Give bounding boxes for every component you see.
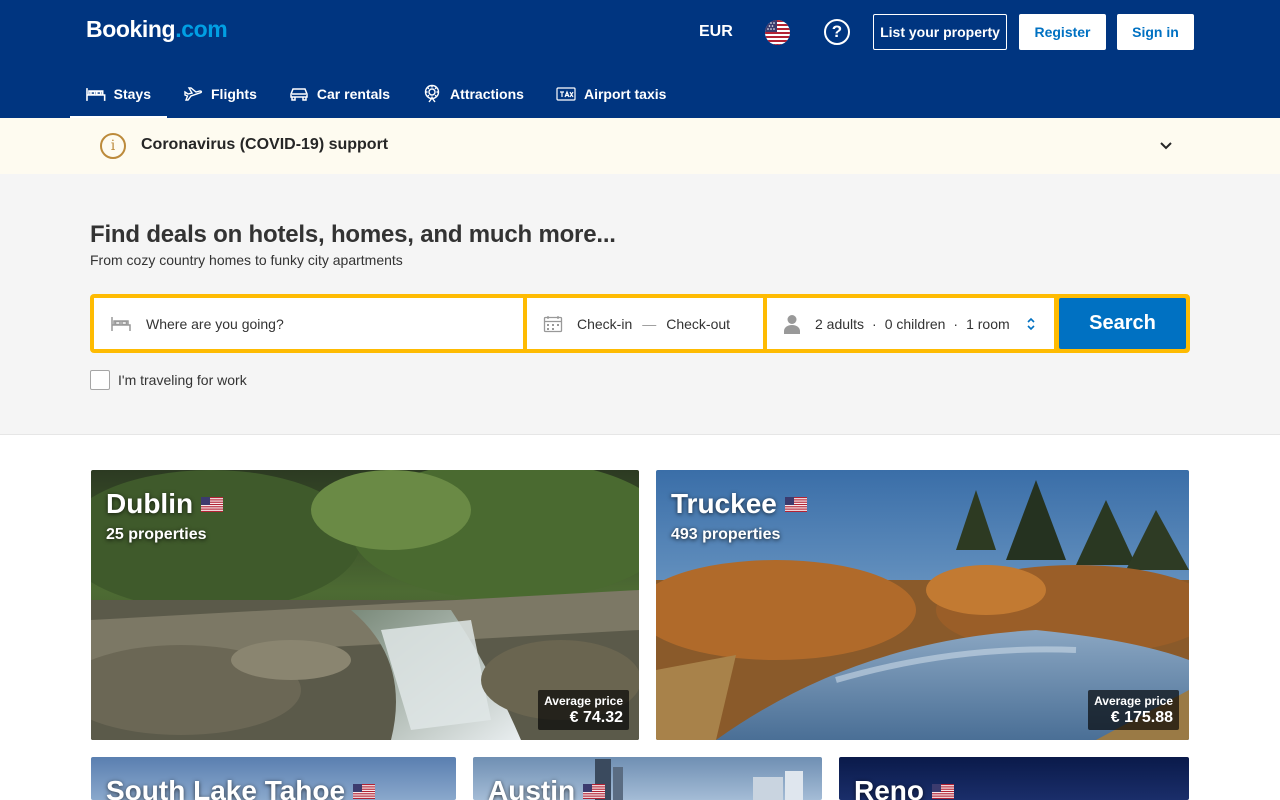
nav-item-flights[interactable]: Flights bbox=[167, 70, 273, 118]
page-title: Find deals on hotels, homes, and much mo… bbox=[90, 221, 616, 248]
nav-label: Airport taxis bbox=[583, 86, 667, 102]
property-count: 25 properties bbox=[106, 526, 207, 543]
work-travel-label[interactable]: I'm traveling for work bbox=[118, 372, 247, 388]
average-price-box: Average price € 175.88 bbox=[1088, 690, 1179, 730]
help-icon[interactable]: ? bbox=[824, 19, 850, 45]
covid-banner-text[interactable]: Coronavirus (COVID-19) support bbox=[141, 136, 388, 154]
us-flag-icon bbox=[784, 496, 807, 512]
person-icon bbox=[783, 314, 801, 334]
car-icon bbox=[290, 88, 308, 101]
us-flag-icon bbox=[201, 496, 224, 512]
register-button[interactable]: Register bbox=[1019, 14, 1106, 50]
adults-count: 2 adults bbox=[815, 315, 865, 332]
us-flag-icon[interactable] bbox=[765, 20, 790, 45]
dates-field[interactable]: Check-in — Check-out bbox=[527, 298, 763, 349]
taxi-icon bbox=[556, 87, 576, 101]
checkin-field[interactable]: Check-in bbox=[577, 316, 632, 332]
info-icon: i bbox=[100, 133, 126, 159]
checkout-field[interactable]: Check-out bbox=[666, 316, 730, 332]
rooms-count: 1 room bbox=[966, 315, 1010, 332]
nav-item-stays[interactable]: Stays bbox=[70, 70, 167, 118]
nav-label: Car rentals bbox=[316, 86, 391, 102]
calendar-icon bbox=[543, 315, 563, 333]
work-travel-checkbox[interactable] bbox=[90, 370, 110, 390]
top-header: Booking.com EUR ? List your property Reg… bbox=[0, 0, 1280, 118]
separator-dot: · bbox=[872, 315, 877, 332]
destination-name: Austin bbox=[488, 775, 606, 800]
search-bar: Where are you going? Check-in — Check-ou… bbox=[90, 294, 1190, 353]
attractions-icon bbox=[424, 84, 440, 103]
list-property-button[interactable]: List your property bbox=[873, 14, 1007, 50]
sort-arrows-icon bbox=[1026, 316, 1036, 332]
product-nav: Stays Flights Car rentals Attractions Ai… bbox=[70, 70, 682, 118]
bed-icon bbox=[110, 315, 132, 333]
nav-item-car-rentals[interactable]: Car rentals bbox=[273, 70, 406, 118]
destination-card-austin[interactable]: Austin bbox=[473, 757, 822, 800]
children-count: 0 children bbox=[884, 315, 946, 332]
destination-name: Reno bbox=[854, 775, 954, 800]
us-flag-icon bbox=[353, 783, 376, 799]
booking-logo[interactable]: Booking.com bbox=[86, 16, 228, 43]
us-flag-icon bbox=[583, 783, 606, 799]
nav-label: Stays bbox=[113, 86, 151, 102]
nav-item-attractions[interactable]: Attractions bbox=[406, 70, 540, 118]
destination-name: Truckee bbox=[671, 488, 807, 520]
chevron-down-icon[interactable] bbox=[1158, 138, 1174, 159]
nav-label: Flights bbox=[211, 86, 257, 102]
destination-card-dublin[interactable]: Dublin 25 properties Average price € 74.… bbox=[91, 470, 639, 740]
destination-input[interactable]: Where are you going? bbox=[146, 316, 284, 332]
guests-field[interactable]: 2 adults · 0 children · 1 room bbox=[767, 298, 1054, 349]
currency-selector[interactable]: EUR bbox=[699, 23, 733, 41]
separator-dot: · bbox=[953, 315, 959, 332]
page-subtitle: From cozy country homes to funky city ap… bbox=[90, 252, 403, 268]
nav-label: Attractions bbox=[450, 86, 524, 102]
price-value: € 74.32 bbox=[569, 709, 623, 726]
destination-field[interactable]: Where are you going? bbox=[94, 298, 523, 349]
price-label: Average price bbox=[544, 694, 623, 708]
destination-name: Dublin bbox=[106, 488, 224, 520]
price-value: € 175.88 bbox=[1110, 709, 1173, 726]
property-count: 493 properties bbox=[671, 526, 781, 543]
average-price-box: Average price € 74.32 bbox=[538, 690, 629, 730]
nav-item-airport-taxis[interactable]: Airport taxis bbox=[540, 70, 682, 118]
plane-icon bbox=[184, 87, 203, 101]
search-button[interactable]: Search bbox=[1059, 298, 1186, 349]
destination-name: South Lake Tahoe bbox=[106, 775, 376, 800]
destination-card-south-lake-tahoe[interactable]: South Lake Tahoe bbox=[91, 757, 456, 800]
destination-card-truckee[interactable]: Truckee 493 properties Average price € 1… bbox=[656, 470, 1189, 740]
price-label: Average price bbox=[1094, 694, 1173, 708]
date-separator: — bbox=[642, 315, 657, 332]
bed-icon bbox=[86, 88, 106, 101]
sign-in-button[interactable]: Sign in bbox=[1117, 14, 1194, 50]
us-flag-icon bbox=[932, 783, 954, 799]
destination-card-reno[interactable]: Reno bbox=[839, 757, 1189, 800]
